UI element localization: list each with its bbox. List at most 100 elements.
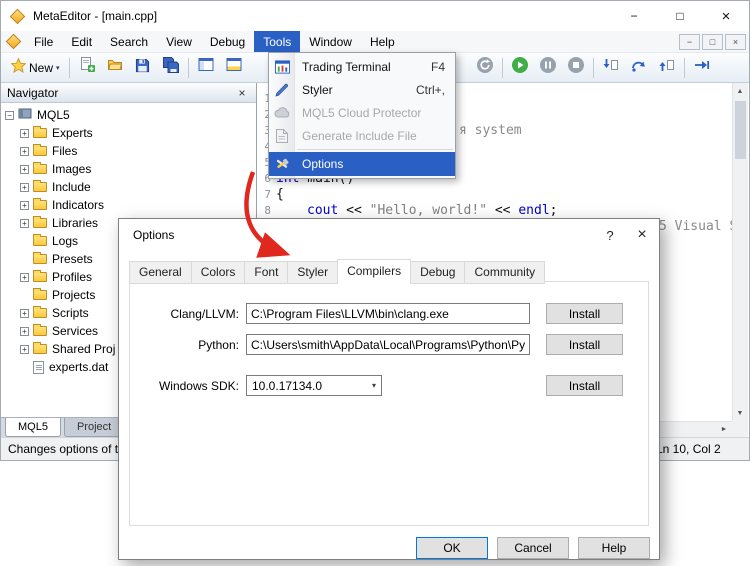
mdi-controls: − □ × (679, 34, 746, 50)
tab-community[interactable]: Community (465, 261, 545, 284)
expand-icon[interactable]: + (20, 129, 29, 138)
menu-help[interactable]: Help (361, 31, 404, 52)
cancel-button[interactable]: Cancel (497, 537, 569, 559)
dialog-close-icon[interactable]: × (625, 219, 659, 251)
expand-icon[interactable]: + (20, 201, 29, 210)
menu-item-options[interactable]: Options (269, 152, 455, 176)
menu-view[interactable]: View (157, 31, 201, 52)
continue-button[interactable] (688, 55, 716, 81)
tree-item-experts[interactable]: +Experts (1, 124, 256, 142)
folder-icon (33, 128, 47, 138)
minimize-button[interactable]: − (611, 1, 657, 31)
scroll-down-icon[interactable]: ▼ (732, 405, 748, 421)
step-out-icon (658, 57, 675, 78)
save-icon (135, 58, 150, 78)
tab-general[interactable]: General (129, 261, 192, 284)
menu-window[interactable]: Window (300, 31, 361, 52)
navigator-close-icon[interactable]: × (234, 86, 250, 100)
code-comment-fragment: я system (459, 123, 522, 139)
dialog-help-icon[interactable]: ? (595, 219, 625, 251)
install-sdk-button[interactable]: Install (546, 375, 623, 396)
tree-item-label: Images (52, 162, 91, 176)
close-button[interactable]: × (703, 1, 749, 31)
tree-item-label: Shared Proj (52, 342, 115, 356)
windows-sdk-select[interactable]: 10.0.17134.0 ▾ (246, 375, 382, 396)
new-file-button[interactable] (73, 55, 101, 81)
open-file-button[interactable] (101, 55, 129, 81)
maximize-button[interactable]: □ (657, 1, 703, 31)
menu-bar: File Edit Search View Debug Tools Window… (1, 31, 749, 53)
help-button[interactable]: Help (578, 537, 650, 559)
tab-colors[interactable]: Colors (192, 261, 246, 284)
start-debug-button[interactable] (506, 55, 534, 81)
tree-item-files[interactable]: +Files (1, 142, 256, 160)
tree-item-include[interactable]: + Include (1, 178, 256, 196)
menubar-logo-icon (1, 31, 25, 52)
scroll-up-icon[interactable]: ▲ (732, 83, 748, 99)
compile-button[interactable] (471, 55, 499, 81)
pause-icon (539, 56, 557, 79)
tab-compilers: Compilers (337, 259, 411, 284)
save-all-button[interactable] (157, 55, 185, 81)
tab-debug[interactable]: Debug (411, 261, 465, 284)
menu-item-trading-terminal[interactable]: Trading Terminal F4 (269, 55, 455, 78)
install-python-button[interactable]: Install (546, 334, 623, 355)
step-out-button[interactable] (653, 55, 681, 81)
new-button[interactable]: New ▾ (5, 55, 66, 81)
tree-item-mql5[interactable]: − MQL5 (1, 106, 256, 124)
code-keyword: cout (307, 203, 338, 219)
ok-button[interactable]: OK (416, 537, 488, 559)
menu-tools[interactable]: Tools (254, 31, 300, 52)
menu-item-generate-include[interactable]: Generate Include File (269, 124, 455, 147)
scroll-right-icon[interactable]: ► (716, 421, 732, 437)
chevron-down-icon: ▾ (372, 381, 376, 390)
folder-icon (33, 290, 47, 300)
code-string: "Hello, world!" (370, 203, 487, 219)
expand-icon[interactable]: + (20, 219, 29, 228)
compile-icon (476, 56, 494, 79)
split-window-icon (198, 57, 214, 78)
stop-debug-button[interactable] (562, 55, 590, 81)
vertical-scroll-thumb[interactable] (735, 101, 746, 159)
tab-styler[interactable]: Styler (288, 261, 338, 284)
step-into-button[interactable] (597, 55, 625, 81)
book-icon (18, 107, 32, 123)
mdi-close-button[interactable]: × (725, 34, 746, 50)
expand-icon[interactable]: + (20, 345, 29, 354)
menu-search[interactable]: Search (101, 31, 157, 52)
tree-item-images[interactable]: + Images (1, 160, 256, 178)
new-dropdown-caret-icon: ▾ (56, 64, 60, 72)
pause-debug-button[interactable] (534, 55, 562, 81)
save-button[interactable] (129, 55, 157, 81)
toggle-toolbox-button[interactable] (220, 55, 248, 81)
vertical-scrollbar[interactable]: ▲ ▼ (732, 83, 748, 421)
mdi-restore-button[interactable]: □ (702, 34, 723, 50)
menu-debug[interactable]: Debug (201, 31, 254, 52)
menu-item-cloud-protector[interactable]: MQL5 Cloud Protector (269, 101, 455, 124)
menu-item-styler[interactable]: Styler Ctrl+, (269, 78, 455, 101)
step-over-button[interactable] (625, 55, 653, 81)
expand-icon[interactable]: + (20, 147, 29, 156)
window-title: MetaEditor - [main.cpp] (33, 9, 157, 23)
expand-icon[interactable]: + (20, 165, 29, 174)
menu-edit[interactable]: Edit (62, 31, 101, 52)
expand-icon[interactable]: + (20, 183, 29, 192)
tree-item-indicators[interactable]: +Indicators (1, 196, 256, 214)
tab-project[interactable]: Project (64, 418, 124, 437)
line-number: 7 (258, 187, 276, 203)
install-clang-button[interactable]: Install (546, 303, 623, 324)
clang-path-input[interactable] (246, 303, 530, 324)
toggle-navigator-button[interactable] (192, 55, 220, 81)
tree-item-label: Include (52, 180, 91, 194)
expand-icon[interactable]: + (20, 327, 29, 336)
mdi-minimize-button[interactable]: − (679, 34, 700, 50)
expand-icon[interactable]: + (20, 273, 29, 282)
expand-icon[interactable]: + (20, 309, 29, 318)
tab-font[interactable]: Font (245, 261, 288, 284)
menu-file[interactable]: File (25, 31, 62, 52)
app-logo-icon (10, 9, 25, 24)
python-path-input[interactable] (246, 334, 530, 355)
file-icon (33, 361, 44, 374)
tab-mql5[interactable]: MQL5 (5, 418, 61, 437)
collapse-icon[interactable]: − (5, 111, 14, 120)
